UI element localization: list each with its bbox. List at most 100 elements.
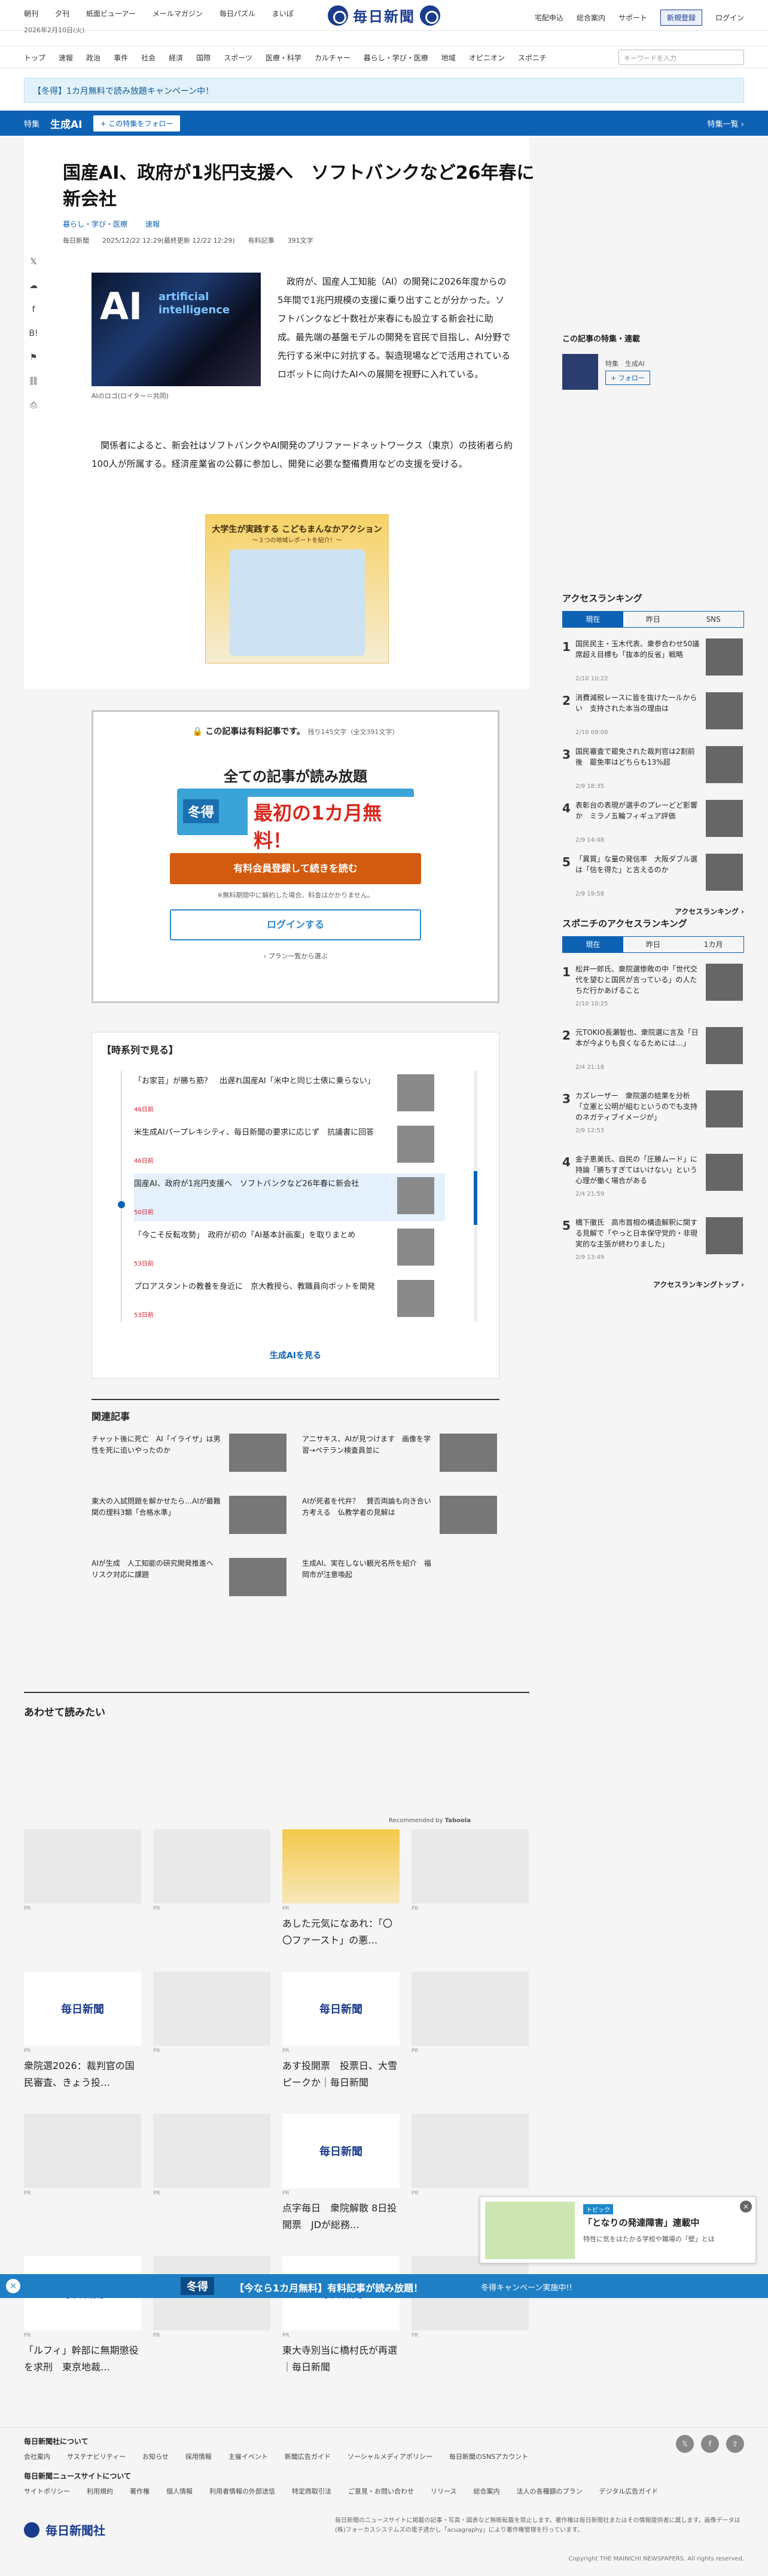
recommend-tile[interactable]: PR — [24, 2114, 141, 2196]
ranking-tab[interactable]: 1カ月 — [683, 937, 743, 952]
recommend-tile[interactable]: PR — [412, 1829, 529, 1912]
nav-item[interactable]: 事件 — [114, 53, 128, 63]
nav-item[interactable]: 速報 — [59, 53, 73, 63]
scroll-thumb[interactable] — [474, 1171, 477, 1225]
search-input[interactable]: キーワードを入力 — [618, 50, 744, 65]
ranking-tab[interactable]: 昨日 — [623, 612, 684, 627]
footer-link[interactable]: 毎日新聞のSNSアカウント — [449, 2452, 528, 2461]
related-item[interactable]: チャット後に死亡 AI「イライザ」は男性を死に追いやったのか — [92, 1434, 289, 1487]
ranking-tab[interactable]: 昨日 — [623, 937, 684, 952]
nav-item[interactable]: 政治 — [86, 53, 100, 63]
footer-link[interactable]: ご意見・お問い合わせ — [348, 2486, 414, 2496]
x-icon[interactable]: 𝕏 — [30, 257, 36, 267]
series-more-link[interactable]: 生成AIを見る — [92, 1349, 499, 1361]
recommend-tile[interactable]: PR あした元気になあれ：「〇〇ファースト」の悪… — [282, 1829, 400, 1949]
hatena-icon[interactable]: B! — [29, 329, 38, 338]
article-photo[interactable]: AI artificial intelligence — [92, 273, 261, 386]
series-item[interactable]: 「今こそ反転攻勢」 政府が初の「AI基本計画案」を取りまとめ 53日前 — [134, 1225, 445, 1273]
footer-link[interactable]: リリース — [431, 2486, 456, 2496]
recommend-tile[interactable]: PR — [153, 2114, 270, 2196]
nav-item[interactable]: 国際 — [196, 53, 211, 63]
ranking-tab[interactable]: SNS — [683, 612, 743, 627]
ranking-item[interactable]: 2 元TOKIO長瀬智也、衆院選に言及「日本が今よりも良くなるためには…」 2/4 … — [562, 1026, 744, 1076]
sidebar-feature-card[interactable]: 特集 生成AI + フォロー — [562, 354, 744, 402]
print-icon[interactable]: ⎙ — [30, 401, 36, 410]
link-support[interactable]: サポート — [618, 13, 647, 23]
recommend-tile[interactable]: 毎日新聞 PR 点字毎日 衆院解散 8日投開票 JDが総務… — [282, 2114, 400, 2233]
footer-link[interactable]: デジタル広告ガイド — [599, 2486, 658, 2496]
share-icon[interactable]: ⇪ — [726, 2435, 744, 2453]
ranking-item[interactable]: 2 消費減税レースに皆を抜けた一ルからい 支持された本当の理由は 2/10 09:0… — [562, 691, 744, 741]
footer-link[interactable]: 利用規約 — [87, 2486, 113, 2496]
ad-banner[interactable]: 大学生が実践する こどもまんなかアクション ～３つの地域レポートを紹介！～ — [205, 514, 389, 664]
facebook-icon[interactable]: f — [701, 2435, 719, 2453]
ranking-tab[interactable]: 現在 — [563, 612, 623, 627]
related-item[interactable]: 生成AI、実在しない観光名所を紹介 福岡市が注意喚起 — [302, 1558, 499, 1612]
facebook-icon[interactable]: f — [32, 305, 35, 314]
series-scrollbar[interactable] — [474, 1071, 477, 1322]
nav-item[interactable]: 医療・科学 — [266, 53, 301, 63]
ranking-item[interactable]: 5 「異質」な量の発信率 大阪ダブル選は「信を得た」と言えるのか 2/9 19:58 — [562, 852, 744, 903]
link-viewer[interactable]: 紙面ビューアー — [86, 8, 136, 19]
recommend-tile[interactable]: 毎日新聞 PR あす投開票 投票日、大雪ピークか｜毎日新聞 — [282, 1972, 400, 2091]
nav-item[interactable]: スポニチ — [518, 53, 547, 63]
paywall-login-button[interactable]: ログインする — [170, 909, 421, 940]
link-morning[interactable]: 朝刊 — [24, 8, 38, 19]
nav-item[interactable]: 社会 — [141, 53, 156, 63]
footer-link[interactable]: 総合案内 — [473, 2486, 499, 2496]
link-info[interactable]: 総合案内 — [577, 13, 605, 23]
link-delivery[interactable]: 宅配申込 — [535, 13, 563, 23]
footer-link[interactable]: 主催イベント — [228, 2452, 268, 2461]
feature-list-link[interactable]: 特集一覧 › — [708, 118, 744, 129]
recommend-tile[interactable]: PR — [24, 1829, 141, 1912]
nav-item[interactable]: オピニオン — [469, 53, 505, 63]
footer-link[interactable]: お知らせ — [142, 2452, 169, 2461]
link-maipo[interactable]: まいぽ — [272, 8, 294, 19]
nav-item[interactable]: 経済 — [169, 53, 183, 63]
feature-follow-button[interactable]: + フォロー — [605, 371, 650, 385]
footer-link[interactable]: 新聞広告ガイド — [285, 2452, 331, 2461]
related-item[interactable]: 東大の入試問題を解かせたら…AIが最難関の理科3類「合格水準」 — [92, 1496, 289, 1550]
login-link[interactable]: ログイン — [715, 13, 744, 23]
bluesky-icon[interactable]: ☁ — [29, 281, 38, 291]
subscribe-button[interactable]: 有料会員登録して続きを読む — [170, 853, 421, 884]
recommend-tile[interactable]: PR — [153, 1972, 270, 2054]
tag-breaking[interactable]: 速報 — [145, 219, 160, 229]
footer-link[interactable]: サイトポリシー — [24, 2486, 70, 2496]
tag-life[interactable]: 暮らし・学び・医療 — [63, 219, 127, 229]
related-item[interactable]: AIが生成 人工知能の研究開発推進へ リスク対応に課題 — [92, 1558, 289, 1612]
ranking-heading[interactable]: アクセスランキング — [562, 592, 744, 604]
close-icon[interactable]: × — [740, 2201, 752, 2213]
link-mail[interactable]: メールマガジン — [153, 8, 203, 19]
recommend-tile[interactable]: PR — [412, 1972, 529, 2054]
plan-link[interactable]: › プラン一覧から選ぶ — [93, 951, 498, 961]
nav-item[interactable]: 暮らし・学び・医療 — [364, 53, 428, 63]
recommend-tile[interactable]: 毎日新聞 PR 衆院選2026：裁判官の国民審査、きょう投… — [24, 1972, 141, 2091]
link-icon[interactable]: ⛓ — [28, 377, 39, 386]
feature-follow-button[interactable]: + この特集をフォロー — [93, 115, 181, 132]
footer-logo[interactable]: 毎日新聞社 — [24, 2521, 105, 2538]
ranking-more-link[interactable]: アクセスランキングトップ › — [562, 1279, 744, 1289]
link-puzzle[interactable]: 毎日パズル — [220, 8, 255, 19]
footer-link[interactable]: 利用者情報の外部送信 — [209, 2486, 275, 2496]
ranking-item[interactable]: 1 松井一郎氏、衆院選惨敗の中「世代交代を望むと国民が言っている」の人たちだ行かあ… — [562, 962, 744, 1013]
footer-link[interactable]: 特定商取引法 — [292, 2486, 331, 2496]
x-icon[interactable]: 𝕏 — [676, 2435, 694, 2453]
ranking-item[interactable]: 3 国民審査で罷免された裁判官は2割前後 罷免率はどちらも13%超 2/9 18:3… — [562, 745, 744, 795]
series-item[interactable]: 米生成AIパープレキシティ、毎日新聞の要求に応じず 抗議書に回答 46日前 — [134, 1122, 445, 1170]
topic-popup[interactable]: トピック 「となりの発達障害」連載中 特性に気をはたかる学校や職場の「壁」とは … — [480, 2196, 756, 2263]
site-logo[interactable]: 毎日新聞 — [328, 5, 440, 26]
ranking-item[interactable]: 3 カズレーザー 衆院選の結果を分析「立憲と公明が組むというのでも支持のネガティブ… — [562, 1089, 744, 1139]
ranking-item[interactable]: 4 金子恵美氏、自民の「圧勝ムード」に持論「勝ちすぎてはいけない」という心理が働く… — [562, 1153, 744, 1203]
recommend-tile[interactable]: PR — [412, 2114, 529, 2196]
recommend-tile[interactable]: PR — [153, 1829, 270, 1912]
series-item[interactable]: プロアスタントの教養を身近に 京大教授ら、教職員向ボットを開発 53日前 — [134, 1276, 445, 1324]
close-icon[interactable]: × — [6, 2279, 20, 2293]
related-item[interactable]: AIが死者を代弁？ 賛否両論も向き合い方考える 仏教学者の見解は — [302, 1496, 499, 1550]
nav-item[interactable]: カルチャー — [315, 53, 351, 63]
campaign-banner[interactable]: 【冬得】1カ月無料で読み放題キャンペーン中！ — [24, 78, 744, 103]
campaign-bottom-bar[interactable]: × 冬得 【今なら1カ月無料】有料記事が読み放題！ 冬得キャンペーン実施中!! — [0, 2274, 768, 2298]
nav-item[interactable]: スポーツ — [224, 53, 252, 63]
ranking-item[interactable]: 1 国民民主・玉木代表、衆参合わせ50議席超え目標も「抜本的反省」戦略 2/10 1… — [562, 637, 744, 687]
nav-item[interactable]: 地域 — [441, 53, 456, 63]
